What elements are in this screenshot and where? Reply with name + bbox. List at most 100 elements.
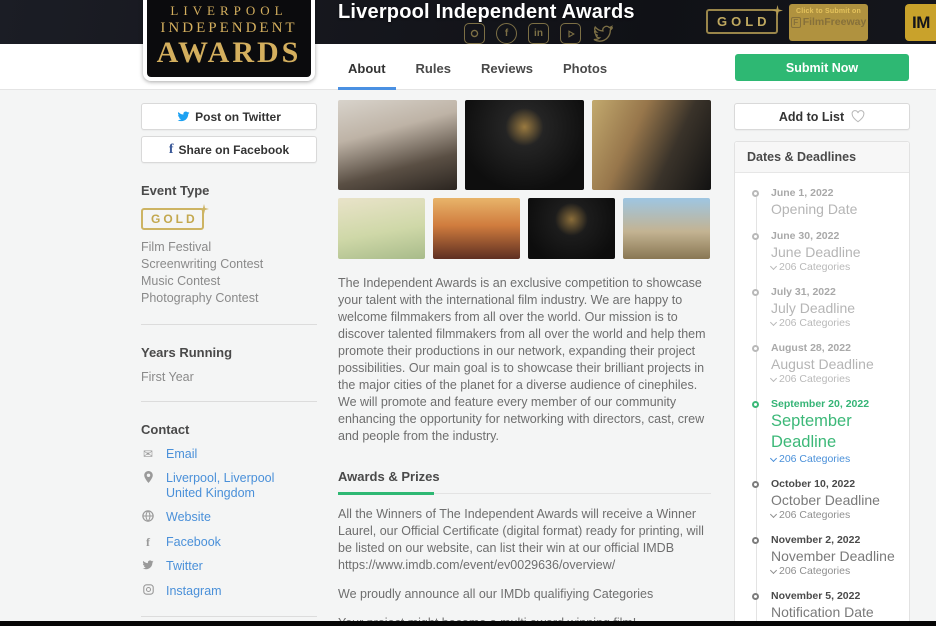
location-link[interactable]: Liverpool, Liverpool United Kingdom — [166, 471, 274, 501]
deadlines-timeline: June 1, 2022 Opening Date June 30, 2022 … — [735, 173, 909, 626]
gallery-photo-6[interactable] — [528, 198, 615, 259]
gold-tier-badge: GOLD — [706, 5, 783, 34]
facebook-icon[interactable]: f — [496, 23, 517, 44]
contact-instagram-row: Instagram — [141, 584, 317, 599]
contact-twitter-row: Twitter — [141, 559, 317, 575]
categories-toggle[interactable]: 206 Categories — [769, 509, 899, 522]
contact-email-row: ✉ Email — [141, 447, 317, 462]
instagram-icon[interactable] — [464, 23, 485, 44]
sparkle-icon — [771, 4, 783, 19]
event-type-list: Film Festival Screenwriting Contest Musi… — [141, 239, 317, 307]
event-type-heading: Event Type — [141, 183, 210, 198]
gallery-photo-3[interactable] — [592, 100, 711, 190]
years-running-value: First Year — [141, 370, 194, 384]
facebook-f-icon: f — [168, 141, 174, 157]
timeline-dot — [752, 345, 759, 352]
globe-icon — [141, 510, 155, 526]
awards-prizes-heading: Awards & Prizes — [338, 469, 711, 495]
dates-deadlines-panel: Dates & Deadlines June 1, 2022 Opening D… — [734, 141, 910, 626]
tab-about[interactable]: About — [338, 44, 395, 90]
share-on-facebook-button[interactable]: f Share on Facebook — [141, 136, 317, 163]
twitter-icon[interactable] — [592, 23, 613, 44]
deadline-november: November 2, 2022 November Deadline 206 C… — [752, 534, 899, 578]
timeline-dot — [752, 593, 759, 600]
event-type-item: Photography Contest — [141, 291, 259, 305]
divider — [141, 616, 317, 617]
categories-toggle[interactable]: 206 Categories — [769, 317, 899, 330]
event-logo: LIVERPOOL INDEPENDENT AWARDS — [143, 0, 315, 81]
twitter-icon — [141, 559, 155, 575]
filmfreeway-logo-icon: F — [790, 16, 801, 28]
twitter-link[interactable]: Twitter — [166, 559, 203, 575]
deadline-september-current: September 20, 2022 September Deadline 20… — [752, 398, 899, 466]
linkedin-icon[interactable]: in — [528, 23, 549, 44]
gallery-photo-2[interactable] — [465, 100, 584, 190]
contact-facebook-row: f Facebook — [141, 535, 317, 550]
left-sidebar: Post on Twitter f Share on Facebook Even… — [141, 103, 317, 626]
facebook-icon: f — [146, 535, 150, 549]
deadline-opening-date: June 1, 2022 Opening Date — [752, 187, 899, 218]
timeline-dot — [752, 401, 759, 408]
timeline-dot — [752, 537, 759, 544]
post-on-twitter-button[interactable]: Post on Twitter — [141, 103, 317, 130]
chevron-down-icon — [769, 262, 778, 271]
tab-rules[interactable]: Rules — [416, 44, 451, 90]
divider — [141, 401, 317, 402]
main-content: The Independent Awards is an exclusive c… — [338, 100, 711, 626]
years-running-heading: Years Running — [141, 345, 233, 360]
gold-tier-badge-sidebar: GOLD — [141, 204, 209, 230]
filmfreeway-submit-button[interactable]: Click to Submit on F FilmFreeway — [789, 4, 868, 41]
awards-paragraph-2: We proudly announce all our IMDb qualifi… — [338, 587, 654, 601]
tab-reviews[interactable]: Reviews — [481, 44, 533, 90]
heart-icon — [851, 110, 865, 123]
youtube-icon[interactable] — [560, 23, 581, 44]
gallery-photo-4[interactable] — [338, 198, 425, 259]
cover-header: Liverpool Independent Awards f in GOLD C… — [0, 0, 936, 44]
facebook-link[interactable]: Facebook — [166, 535, 221, 550]
timeline-dot — [752, 190, 759, 197]
chevron-down-icon — [769, 318, 778, 327]
timeline-dot — [752, 233, 759, 240]
categories-toggle[interactable]: 206 Categories — [769, 565, 899, 578]
deadline-august: August 28, 2022 August Deadline 206 Cate… — [752, 342, 899, 386]
event-type-item: Film Festival — [141, 240, 212, 254]
twitter-bird-icon — [177, 111, 190, 122]
deadline-notification-date: November 5, 2022 Notification Date — [752, 590, 899, 621]
add-to-list-button[interactable]: Add to List — [734, 103, 910, 130]
gallery-photo-7[interactable] — [623, 198, 710, 259]
categories-toggle[interactable]: 206 Categories — [769, 373, 899, 386]
contact-website-row: Website — [141, 510, 317, 526]
right-sidebar: Add to List Dates & Deadlines June 1, 20… — [734, 103, 910, 626]
tab-bar: About Rules Reviews Photos Submit Now — [0, 44, 936, 90]
instagram-link[interactable]: Instagram — [166, 584, 222, 599]
chevron-down-icon — [769, 566, 778, 575]
website-link[interactable]: Website — [166, 510, 211, 526]
timeline-dot — [752, 481, 759, 488]
awards-paragraph-1: All the Winners of The Independent Award… — [338, 507, 704, 572]
categories-toggle[interactable]: 206 Categories — [769, 453, 899, 466]
contact-location-row: Liverpool, Liverpool United Kingdom — [141, 471, 317, 501]
submit-now-button[interactable]: Submit Now — [735, 54, 909, 81]
chevron-down-icon — [769, 510, 778, 519]
event-type-item: Screenwriting Contest — [141, 257, 264, 271]
gallery-photo-1[interactable] — [338, 100, 457, 190]
tab-photos[interactable]: Photos — [563, 44, 607, 90]
timeline-dot — [752, 289, 759, 296]
instagram-icon — [141, 584, 155, 599]
event-description: The Independent Awards is an exclusive c… — [338, 276, 706, 443]
chevron-down-icon — [769, 374, 778, 383]
photo-gallery-row-2 — [338, 198, 711, 259]
imdb-logo[interactable]: IM — [905, 4, 936, 41]
gallery-photo-5[interactable] — [433, 198, 520, 259]
photo-gallery-row-1 — [338, 100, 711, 190]
categories-toggle[interactable]: 206 Categories — [769, 261, 899, 274]
bottom-bar — [0, 621, 936, 626]
divider — [141, 324, 317, 325]
location-pin-icon — [141, 471, 155, 501]
event-type-item: Music Contest — [141, 274, 221, 288]
chevron-down-icon — [769, 454, 778, 463]
deadline-july: July 31, 2022 July Deadline 206 Categori… — [752, 286, 899, 330]
deadline-october: October 10, 2022 October Deadline 206 Ca… — [752, 478, 899, 522]
page-title: Liverpool Independent Awards — [338, 1, 635, 23]
email-link[interactable]: Email — [166, 447, 197, 462]
